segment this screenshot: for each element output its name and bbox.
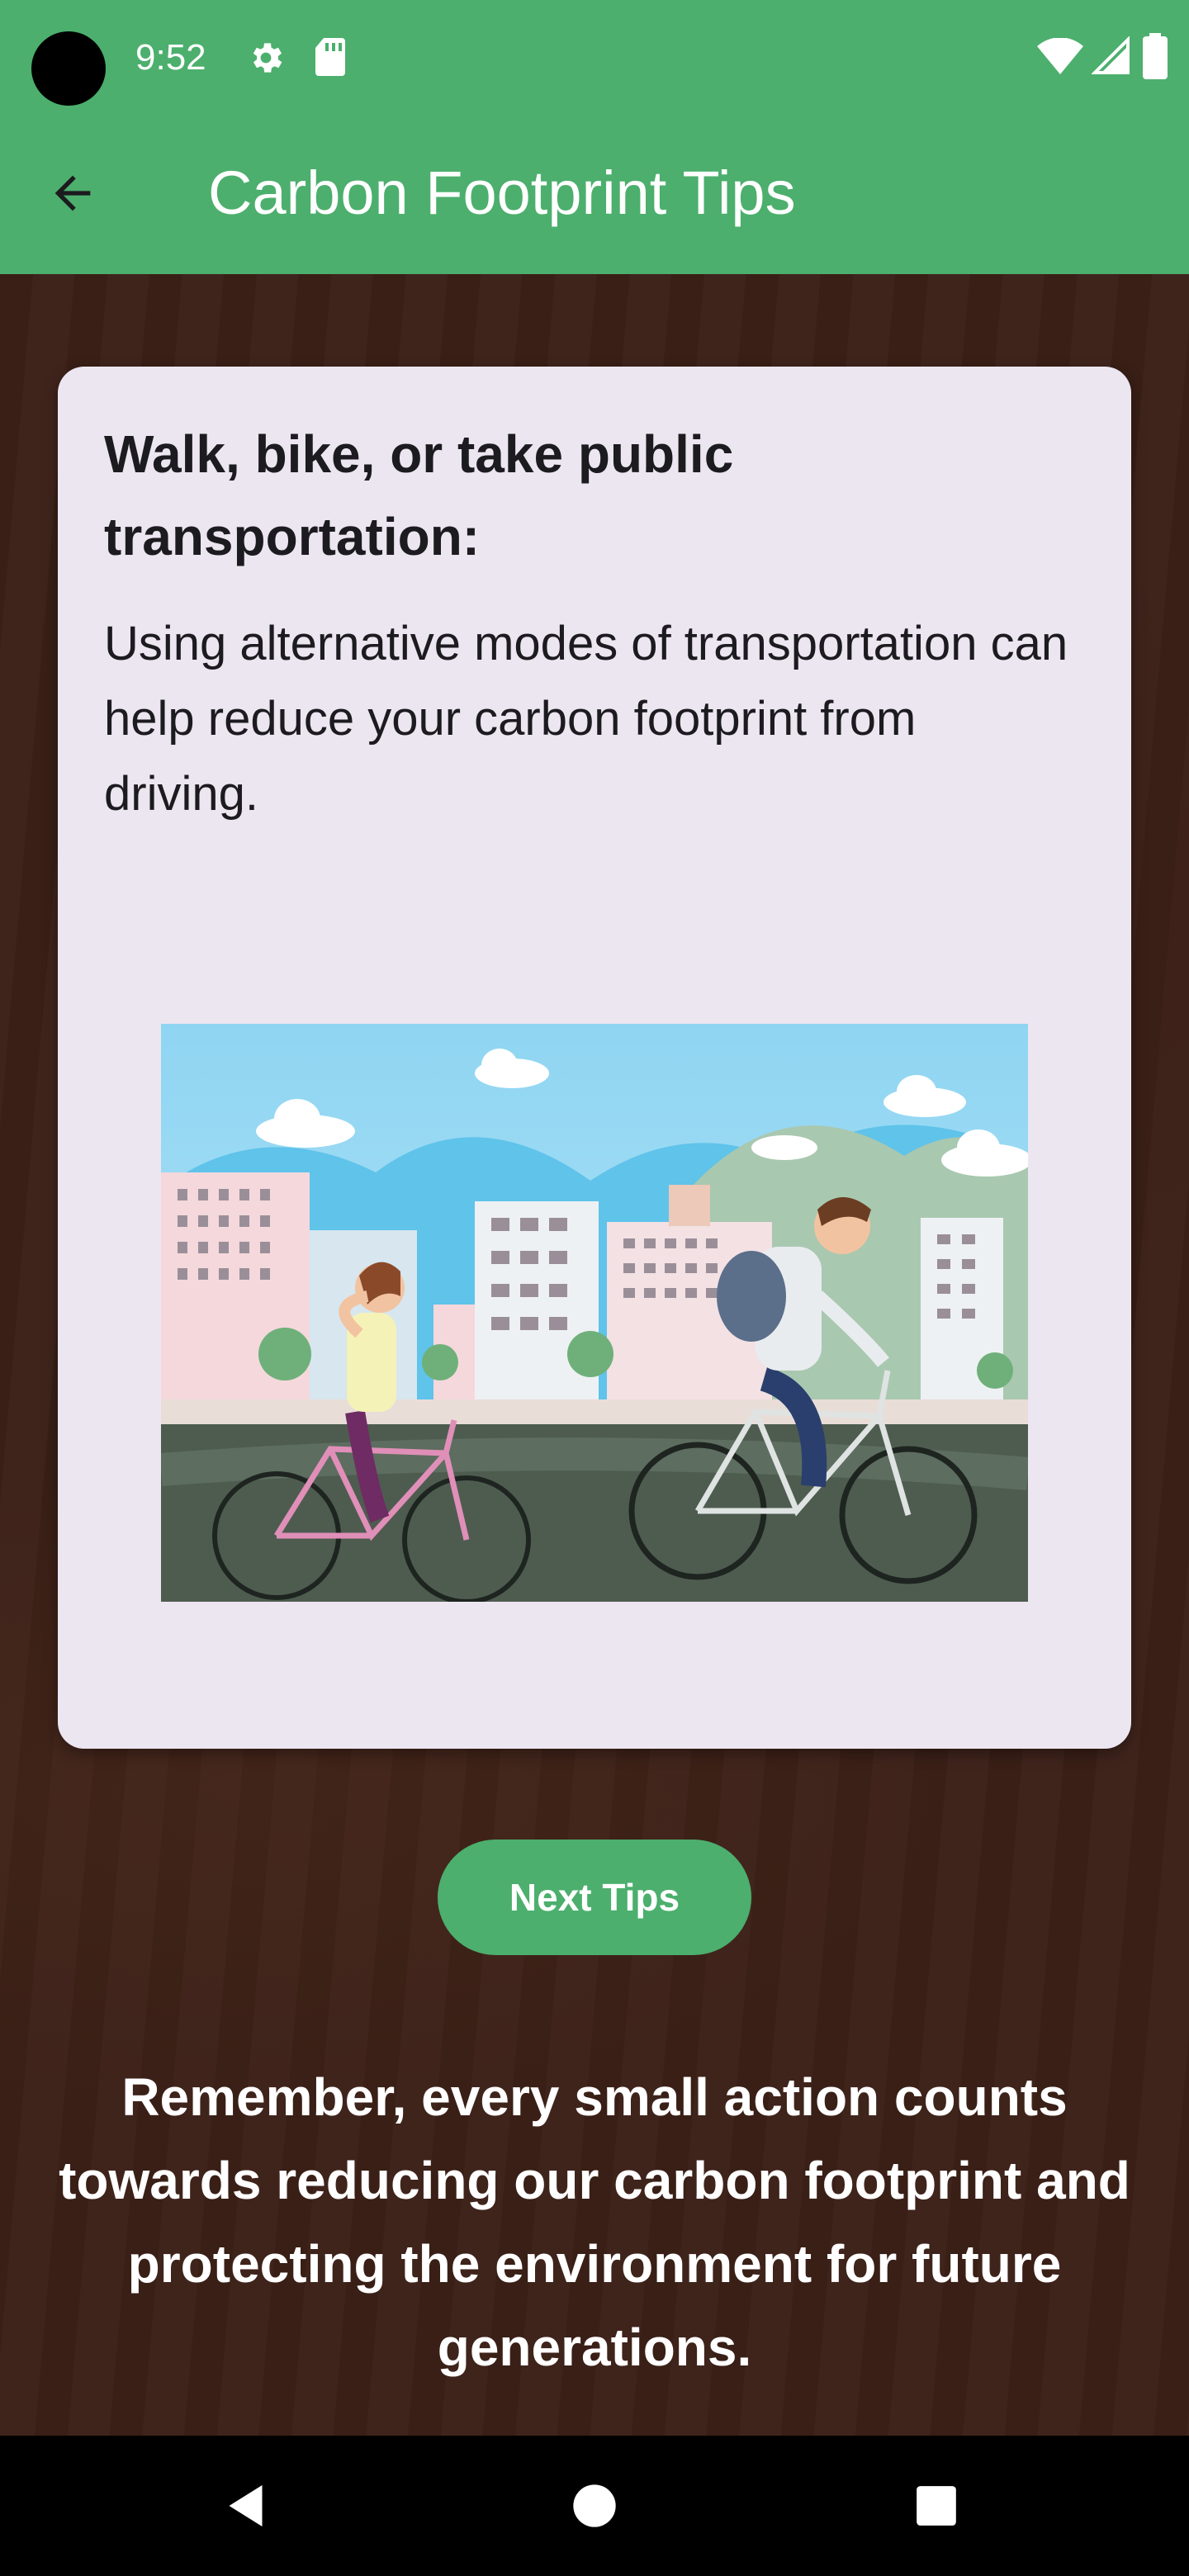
next-tips-button[interactable]: Next Tips xyxy=(438,1840,751,1955)
status-bar: 9:52 xyxy=(0,0,1189,112)
tip-card: Walk, bike, or take public transportatio… xyxy=(58,367,1131,1749)
footer-message: Remember, every small action counts towa… xyxy=(59,2067,1130,2377)
wifi-icon xyxy=(1037,38,1083,74)
status-time: 9:52 xyxy=(135,37,206,78)
system-nav-bar xyxy=(0,2436,1189,2576)
tip-body: Using alternative modes of transportatio… xyxy=(104,617,1068,821)
settings-gear-icon xyxy=(253,43,282,73)
camera-cutout xyxy=(31,31,106,106)
arrow-back-icon xyxy=(54,175,91,211)
page-title: Carbon Footprint Tips xyxy=(208,159,796,227)
nav-back-icon[interactable] xyxy=(223,2481,272,2531)
tip-heading: Walk, bike, or take public transportatio… xyxy=(104,424,734,566)
battery-icon xyxy=(1143,33,1168,79)
nav-recents-icon[interactable] xyxy=(915,2484,958,2527)
app-bar: Carbon Footprint Tips xyxy=(0,112,1189,274)
sd-card-icon xyxy=(315,38,345,76)
two-cyclists-city-illustration xyxy=(161,1024,1028,1602)
nav-home-icon[interactable] xyxy=(571,2483,618,2529)
back-button[interactable] xyxy=(33,154,112,233)
cell-signal-icon xyxy=(1092,36,1130,74)
